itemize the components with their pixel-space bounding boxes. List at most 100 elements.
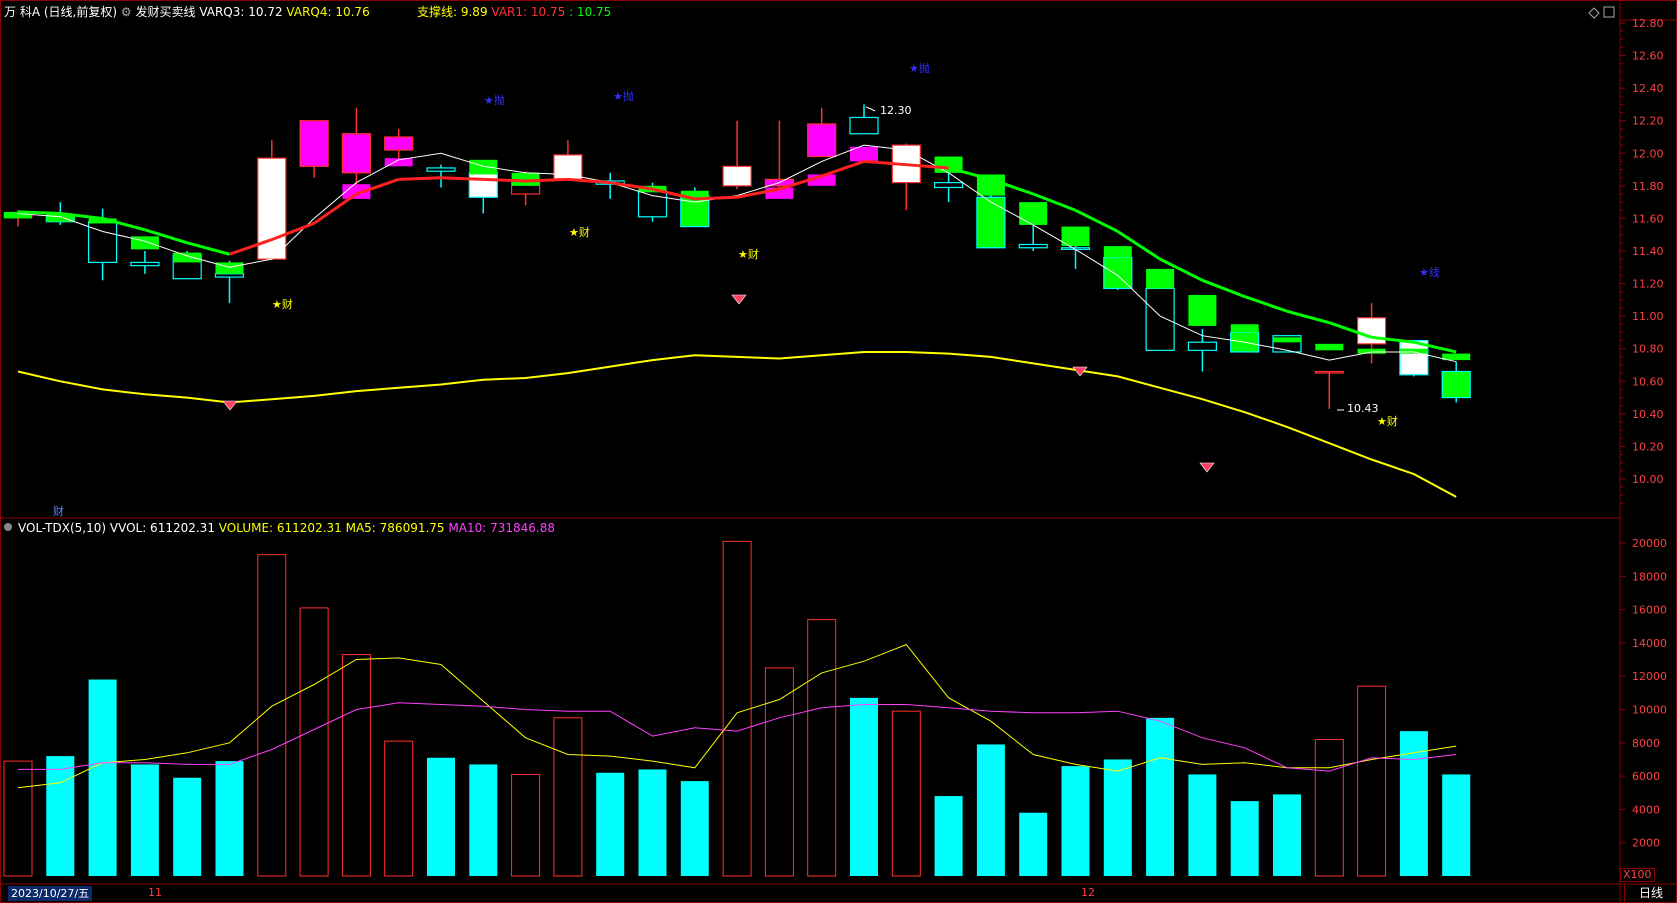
var-line-segment xyxy=(525,177,568,183)
volume-bar xyxy=(553,717,583,877)
volume-bar xyxy=(469,764,498,876)
month-12-label: 12 xyxy=(1081,886,1095,899)
price-tick-label: 12.60 xyxy=(1632,50,1664,63)
signal-block xyxy=(1399,348,1428,354)
cai-signal: ★财 xyxy=(1377,415,1398,428)
volume-bar xyxy=(722,540,752,877)
price-tick-label: 10.20 xyxy=(1632,440,1664,453)
volume-tick-label: 20000 xyxy=(1632,537,1667,550)
price-tick-label: 12.40 xyxy=(1632,82,1664,95)
volume-bar xyxy=(934,796,963,876)
price-tick-label: 10.00 xyxy=(1632,473,1664,486)
volume-value: VOLUME: 611202.31 xyxy=(218,521,342,535)
volume-bar xyxy=(596,772,625,876)
month-11-label: 11 xyxy=(148,886,162,899)
volume-tick-label: 8000 xyxy=(1632,737,1660,750)
volume-tick-label: 4000 xyxy=(1632,803,1660,816)
signal-block xyxy=(469,159,498,175)
candle-body xyxy=(384,136,414,151)
var-line-segment xyxy=(694,195,738,201)
volume-bar xyxy=(215,761,244,876)
cai-signal: ★财 xyxy=(569,226,590,239)
signal-block xyxy=(1103,246,1132,258)
signal-block xyxy=(215,262,244,274)
candle-body xyxy=(299,120,329,167)
var-line-segment xyxy=(186,241,230,256)
volume-bar xyxy=(299,607,329,877)
var-line-segment xyxy=(1244,295,1288,313)
volume-tick-label: 6000 xyxy=(1632,770,1660,783)
price-tick-label: 11.40 xyxy=(1632,245,1664,258)
signal-block xyxy=(1273,337,1301,343)
volume-axis: 20000 18000 16000 14000 12000 10000 8000 6000 40… xyxy=(1620,537,1667,850)
volume-bar xyxy=(1273,794,1301,876)
var1-value: VAR1: 10.75 xyxy=(491,5,566,19)
volume-bar xyxy=(1314,738,1344,877)
volume-bar xyxy=(3,760,33,877)
sell-marker-icon xyxy=(731,294,747,305)
candle-body xyxy=(933,182,964,189)
volume-bar xyxy=(1146,717,1175,876)
volume-bar xyxy=(46,756,75,876)
var1b-value: : 10.75 xyxy=(569,5,612,19)
var-line-segment xyxy=(440,176,484,181)
var-line-segment xyxy=(398,176,442,181)
cai-signal: ★财 xyxy=(738,248,759,261)
candle-body xyxy=(553,154,583,180)
volume-bar xyxy=(1019,812,1048,876)
price-tick-label: 11.20 xyxy=(1632,278,1664,291)
indicator-name[interactable]: 发财买卖线 xyxy=(135,5,195,19)
ma5-value: MA5: 786091.75 xyxy=(345,521,445,535)
volume-bar xyxy=(130,764,159,876)
volume-bar xyxy=(341,654,371,877)
volume-bar xyxy=(638,769,667,876)
volume-bar xyxy=(1442,774,1471,876)
diamond-icon xyxy=(1588,7,1600,19)
volume-bar xyxy=(1103,759,1132,876)
volume-bar xyxy=(1230,801,1259,876)
candle-body xyxy=(637,190,668,218)
candle-body xyxy=(214,273,245,278)
var-line-segment xyxy=(567,177,611,185)
line-signal: ★线 xyxy=(1419,266,1440,279)
candle-body xyxy=(341,133,371,174)
candle-body xyxy=(1018,243,1048,249)
gear-icon[interactable]: ⚙ xyxy=(121,5,132,19)
period-label: (日线,前复权) xyxy=(43,5,118,19)
sell-marker-icon xyxy=(222,400,238,411)
candle-body xyxy=(468,172,498,198)
support-line-path xyxy=(17,351,1457,498)
candle-body xyxy=(1103,256,1133,290)
period-tab[interactable]: 日线 xyxy=(1624,885,1677,902)
kline-chart[interactable]: 12.80 12.60 12.40 12.20 12.00 11.80 11.60 11.40… xyxy=(0,0,1677,903)
ma10-value: MA10: 731846.88 xyxy=(448,521,555,535)
signal-block xyxy=(1188,294,1217,326)
volume-bar xyxy=(1061,766,1090,876)
signal-block xyxy=(1357,348,1386,354)
candle-body xyxy=(1441,370,1471,399)
candle-body xyxy=(722,165,752,187)
signal-block xyxy=(1230,324,1259,333)
sell-marker-icon xyxy=(1199,462,1215,473)
price-tick-label: 10.40 xyxy=(1632,408,1664,421)
volume-bars xyxy=(3,540,1471,877)
volume-bar xyxy=(1188,774,1217,876)
var-line-segment xyxy=(313,192,358,225)
price-tick-label: 12.80 xyxy=(1632,17,1664,30)
volume-tick-label: 10000 xyxy=(1632,704,1667,717)
sell-signal: ★抛 xyxy=(909,62,930,75)
var-line-segment xyxy=(1201,278,1246,298)
varq3-value: VARQ3: 10.72 xyxy=(199,5,283,19)
var-line-segment xyxy=(821,160,865,178)
volume-bar xyxy=(850,697,878,876)
candle-body xyxy=(130,261,160,267)
volume-tick-label: 14000 xyxy=(1632,637,1667,650)
price-tick-label: 11.80 xyxy=(1632,180,1664,193)
signal-block xyxy=(130,236,159,250)
vol-indicator-name[interactable]: VOL-TDX(5,10) xyxy=(18,521,106,535)
candle-body xyxy=(976,196,1006,249)
volume-bar xyxy=(807,619,837,877)
volume-bar xyxy=(891,710,921,877)
price-tick-label: 12.00 xyxy=(1632,147,1664,160)
stock-name[interactable]: 万 科A xyxy=(4,5,40,19)
